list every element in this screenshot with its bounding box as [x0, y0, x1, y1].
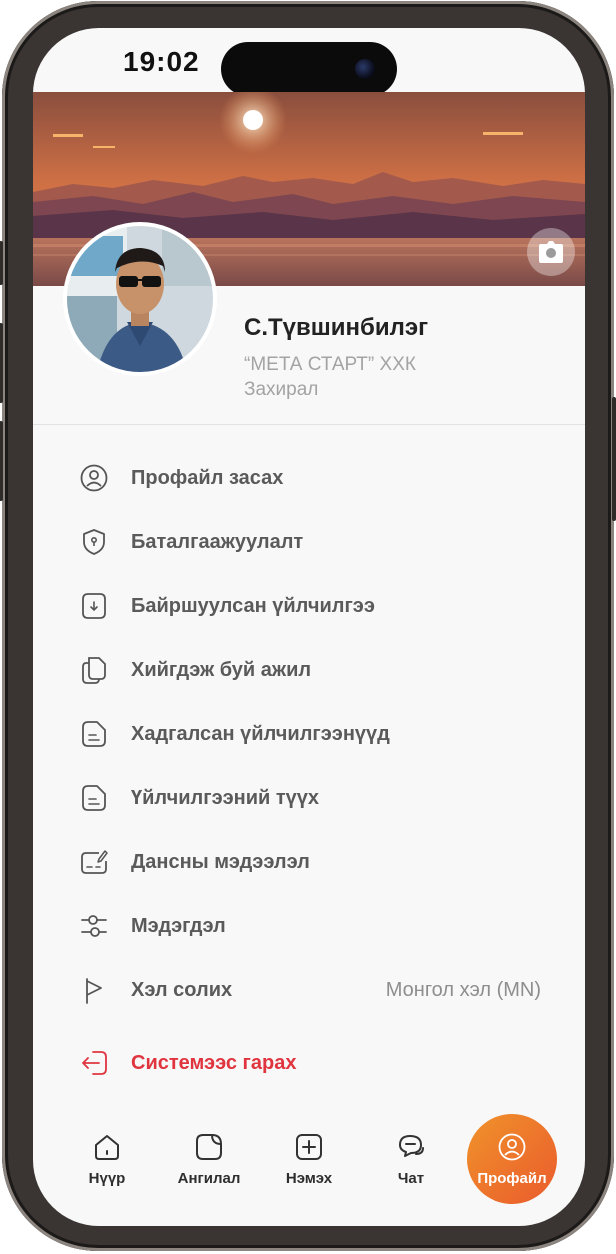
user-circle-icon [80, 464, 108, 492]
card-edit-icon [81, 850, 108, 874]
avatar[interactable] [63, 222, 217, 376]
category-icon [196, 1134, 222, 1160]
avatar-photo [67, 226, 213, 372]
menu-item-label: Үйлчилгээний түүх [131, 786, 320, 809]
menu-item-saved-services[interactable]: Хадгалсан үйлчилгээнүүд [33, 702, 585, 766]
menu-item-uploaded-services[interactable]: Байршуулсан үйлчилгээ [33, 574, 585, 638]
shield-icon [83, 529, 105, 555]
menu-item-edit-profile[interactable]: Профайл засах [33, 446, 585, 510]
power-button [612, 397, 616, 521]
menu-item-label: Дансны мэдээлэл [131, 850, 310, 873]
profile-menu: Профайл засах Баталгаажуулалт Байршуулса… [33, 446, 585, 1022]
menu-item-label: Хадгалсан үйлчилгээнүүд [131, 722, 390, 745]
plus-square-icon [296, 1134, 322, 1160]
profile-name: С.Түвшинбилэг [244, 314, 429, 341]
profile-role: Захирал [244, 379, 319, 400]
divider [33, 424, 585, 425]
bottom-tab-bar: Нүүр Ангилал Нэмэх Чат Профайл [33, 1114, 585, 1226]
flag-icon [86, 978, 102, 1004]
user-circle-icon [498, 1133, 526, 1161]
menu-item-label: Мэдэгдэл [131, 914, 226, 937]
tab-category[interactable]: Ангилал [164, 1132, 254, 1202]
tab-label: Чат [397, 1170, 425, 1187]
logout-icon [82, 1051, 107, 1075]
phone-frame: 19:02 С.Түвшинбилэг “МЕТА СТАРТ” ХХК Зах… [0, 1, 616, 1251]
document-icon [82, 721, 106, 747]
menu-item-verification[interactable]: Баталгаажуулалт [33, 510, 585, 574]
menu-item-service-history[interactable]: Үйлчилгээний түүх [33, 766, 585, 830]
dynamic-island [221, 42, 397, 96]
tab-chat[interactable]: Чат [366, 1132, 456, 1202]
menu-item-account-info[interactable]: Дансны мэдээлэл [33, 830, 585, 894]
tab-label: Ангилал [177, 1170, 241, 1187]
logout-label: Системээс гарах [131, 1051, 297, 1074]
menu-item-label: Хийгдэж буй ажил [131, 658, 312, 681]
screen: 19:02 С.Түвшинбилэг “МЕТА СТАРТ” ХХК Зах… [33, 28, 585, 1226]
logout-button[interactable]: Системээс гарах [33, 1031, 585, 1095]
chat-icon [399, 1135, 424, 1157]
front-camera-icon [355, 59, 375, 79]
document-icon [82, 785, 106, 811]
menu-item-notifications[interactable]: Мэдэгдэл [33, 894, 585, 958]
menu-item-label: Профайл засах [131, 466, 284, 489]
file-download-icon [82, 593, 106, 619]
change-cover-button[interactable] [527, 228, 575, 276]
volume-down-button [0, 421, 3, 501]
tab-label: Нүүр [88, 1170, 126, 1187]
volume-up-button [0, 323, 3, 403]
menu-item-label: Баталгаажуулалт [131, 530, 304, 553]
mute-switch [0, 241, 3, 285]
status-time: 19:02 [123, 46, 200, 77]
menu-item-work-in-progress[interactable]: Хийгдэж буй ажил [33, 638, 585, 702]
tab-label: Профайл [477, 1170, 547, 1187]
home-icon [95, 1135, 119, 1160]
tab-label: Нэмэх [285, 1170, 333, 1187]
menu-item-label: Байршуулсан үйлчилгээ [131, 594, 375, 617]
tab-home[interactable]: Нүүр [62, 1132, 152, 1202]
menu-item-change-language[interactable]: Хэл солих Монгол хэл (MN) [33, 958, 585, 1022]
language-value: Монгол хэл (MN) [385, 978, 541, 1001]
files-icon [82, 657, 106, 684]
tab-add[interactable]: Нэмэх [264, 1132, 354, 1202]
menu-item-label: Хэл солих [131, 978, 233, 1001]
profile-company: “МЕТА СТАРТ” ХХК [244, 354, 416, 375]
camera-icon [539, 241, 563, 263]
sliders-icon [81, 915, 107, 937]
tab-profile[interactable]: Профайл [467, 1114, 557, 1204]
